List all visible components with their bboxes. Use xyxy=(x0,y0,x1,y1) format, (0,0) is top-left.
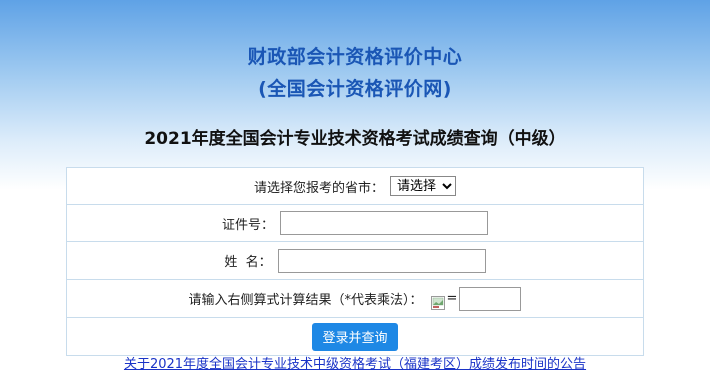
cert-number-input[interactable] xyxy=(280,211,488,235)
cert-label: 证件号： xyxy=(221,217,274,233)
cert-row: 证件号： xyxy=(67,205,643,242)
province-select[interactable]: 请选择 xyxy=(390,176,456,196)
captcha-equals: = xyxy=(446,291,458,306)
org-title-line1: 财政部会计资格评价中心 xyxy=(247,46,463,68)
query-form: 请选择您报考的省市： 请选择 证件号： 姓 名： 请输入右侧算式计算结果（*代表… xyxy=(66,167,644,356)
name-row: 姓 名： xyxy=(67,242,643,280)
login-query-button[interactable]: 登录并查询 xyxy=(312,322,398,351)
page-title: 2021年度全国会计专业技术资格考试成绩查询（中级） xyxy=(144,129,566,149)
name-label: 姓 名： xyxy=(224,255,272,270)
captcha-label: 请输入右侧算式计算结果（*代表乘法）： xyxy=(188,293,423,308)
broken-image-icon[interactable] xyxy=(430,295,445,310)
province-row: 请选择您报考的省市： 请选择 xyxy=(67,168,643,205)
org-title-line2: (全国会计资格评价网) xyxy=(258,78,452,100)
province-label: 请选择您报考的省市： xyxy=(253,180,384,196)
captcha-input[interactable] xyxy=(459,286,522,311)
name-input[interactable] xyxy=(277,248,486,273)
notice-link[interactable]: 关于2021年度全国会计专业技术中级资格考试（福建考区）成绩发布时间的公告 xyxy=(0,353,710,372)
captcha-row: 请输入右侧算式计算结果（*代表乘法）： = xyxy=(67,280,643,318)
submit-row: 登录并查询 xyxy=(67,318,643,355)
